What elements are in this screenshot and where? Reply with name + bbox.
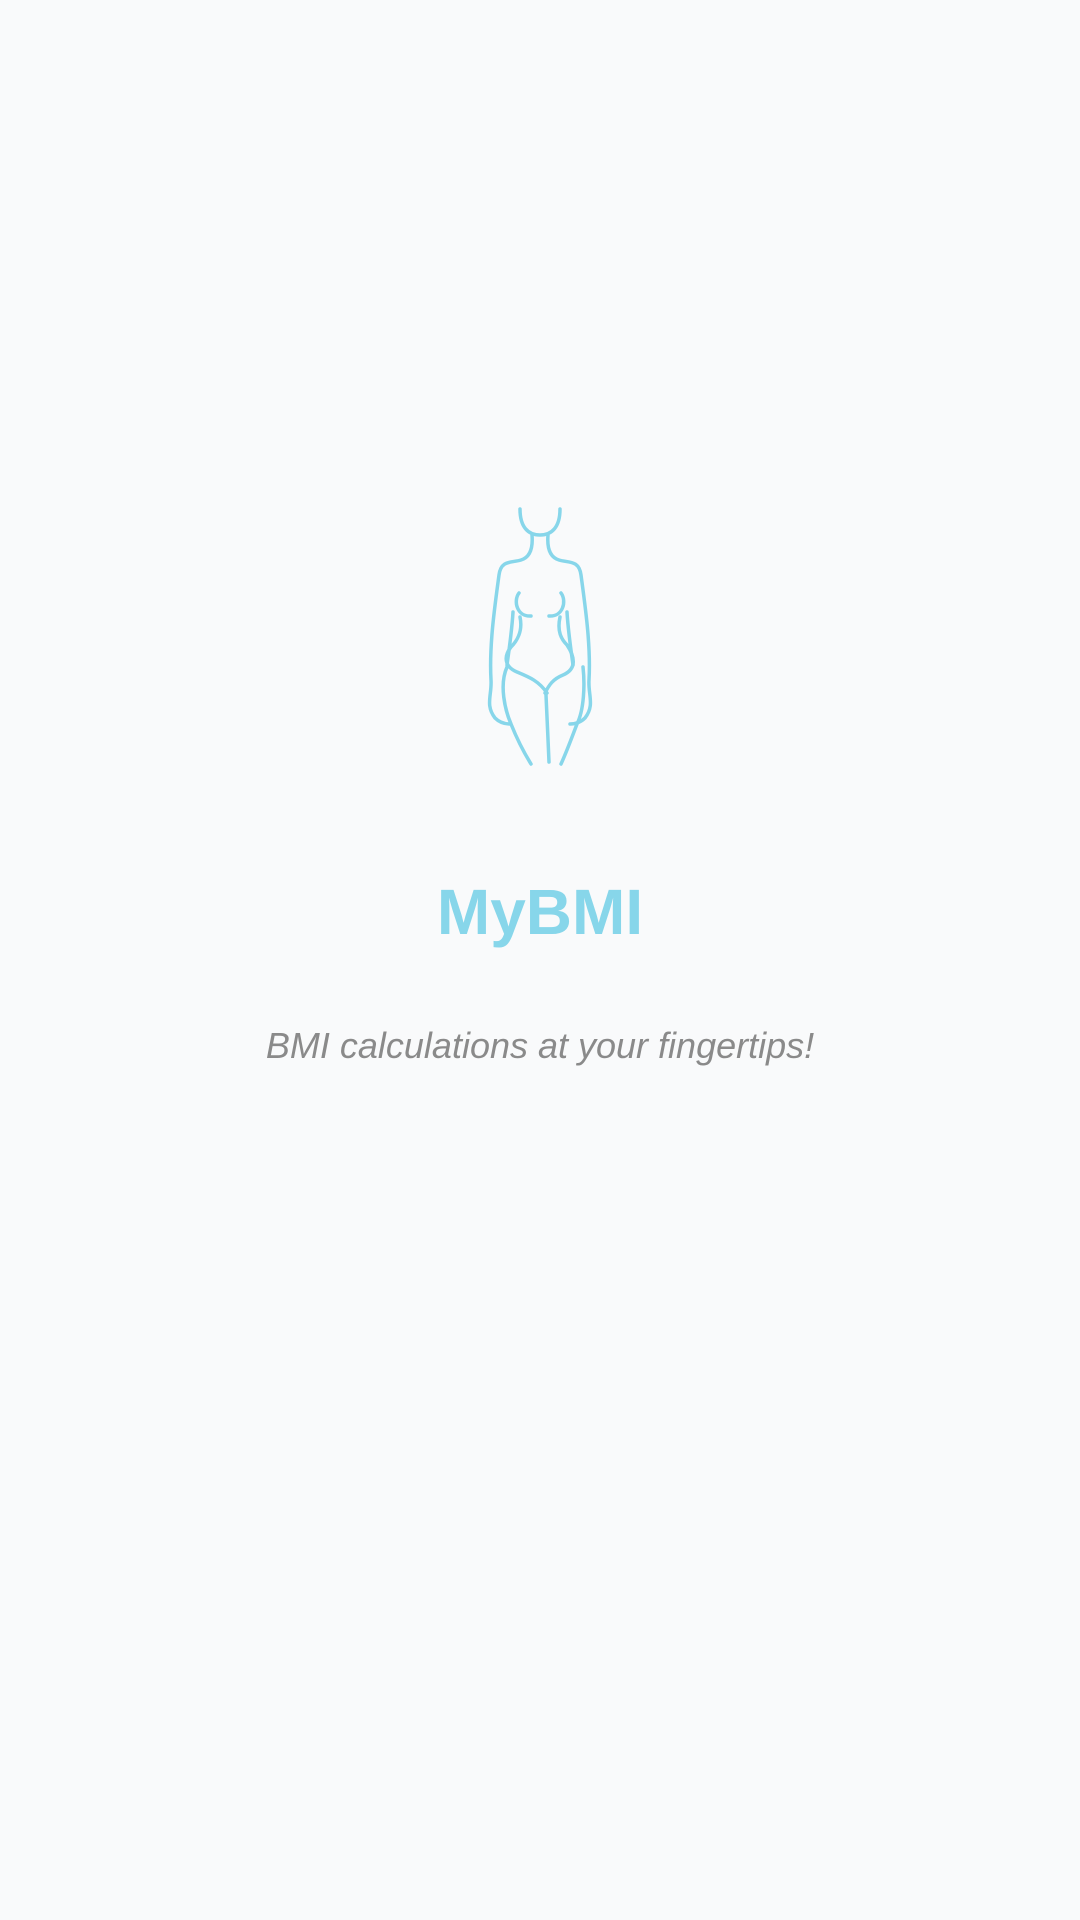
app-tagline: BMI calculations at your fingertips!	[265, 1025, 815, 1066]
body-silhouette-icon	[487, 507, 593, 766]
app-title: MyBMI	[436, 876, 644, 948]
splash-screen: MyBMI BMI calculations at your fingertip…	[0, 0, 1080, 1920]
female-body-outline-icon	[465, 505, 615, 780]
